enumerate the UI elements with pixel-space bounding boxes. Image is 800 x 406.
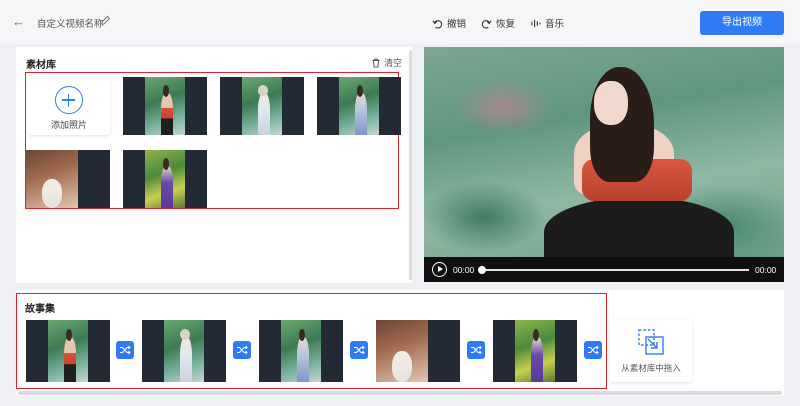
video-title[interactable]: 自定义视频名称 — [37, 16, 104, 30]
redo-icon — [481, 19, 492, 29]
photo-image — [515, 320, 555, 382]
shuffle-icon — [237, 345, 248, 355]
duration-time: 00:00 — [755, 265, 777, 275]
story-clip[interactable] — [259, 320, 343, 382]
drag-in-icon — [638, 329, 664, 355]
preview-image — [424, 47, 784, 267]
shuffle-icon — [120, 345, 131, 355]
edit-icon[interactable] — [101, 15, 111, 25]
drag-drop-target[interactable]: 从素材库中拖入 — [610, 320, 692, 382]
library-thumbnail[interactable] — [123, 77, 207, 135]
undo-label: 撤销 — [447, 19, 467, 30]
export-video-button[interactable]: 导出视频 — [700, 11, 784, 35]
shuffle-icon — [471, 345, 482, 355]
photo-image — [48, 320, 88, 382]
photo-image — [339, 77, 379, 135]
clear-label: 清空 — [383, 58, 402, 68]
play-icon[interactable] — [432, 262, 447, 277]
library-thumbnail[interactable] — [317, 77, 401, 135]
back-arrow-icon[interactable]: ← — [12, 14, 28, 30]
progress-track[interactable] — [481, 269, 749, 271]
photo-image — [26, 150, 78, 208]
redo-label: 恢复 — [496, 19, 516, 30]
undo-icon — [432, 19, 443, 29]
transition-button[interactable] — [584, 341, 602, 359]
story-clip[interactable] — [26, 320, 110, 382]
photo-image — [242, 77, 282, 135]
transition-button[interactable] — [116, 341, 134, 359]
story-scrollbar[interactable] — [18, 391, 782, 395]
story-clip[interactable] — [376, 320, 460, 382]
current-time: 00:00 — [453, 265, 475, 275]
transition-button[interactable] — [350, 341, 368, 359]
story-clip[interactable] — [142, 320, 226, 382]
plus-circle-icon — [55, 86, 83, 114]
add-photo-button[interactable]: 添加照片 — [28, 77, 110, 135]
photo-image — [281, 320, 321, 382]
player-controls: 00:00 00:00 — [424, 257, 784, 282]
music-wave-icon — [531, 19, 541, 27]
drag-label: 从素材库中拖入 — [621, 363, 681, 373]
story-title: 故事集 — [25, 304, 55, 315]
photo-image — [376, 320, 428, 382]
video-preview[interactable]: 00:00 00:00 — [424, 47, 784, 282]
shuffle-icon — [354, 345, 365, 355]
story-clip[interactable] — [493, 320, 577, 382]
library-scrollbar[interactable] — [409, 50, 412, 280]
music-button[interactable]: 音乐 — [530, 16, 564, 30]
transition-button[interactable] — [233, 341, 251, 359]
library-thumbnail[interactable] — [123, 150, 207, 208]
photo-image — [145, 77, 185, 135]
progress-handle[interactable] — [478, 266, 486, 274]
library-thumbnail[interactable] — [26, 150, 110, 208]
shuffle-icon — [588, 345, 599, 355]
add-photo-label: 添加照片 — [50, 120, 87, 130]
library-thumbnail[interactable] — [220, 77, 304, 135]
photo-image — [145, 150, 185, 208]
music-label: 音乐 — [545, 19, 565, 30]
redo-button[interactable]: 恢复 — [481, 16, 515, 30]
transition-button[interactable] — [467, 341, 485, 359]
clear-button[interactable]: 清空 — [371, 56, 402, 69]
undo-button[interactable]: 撤销 — [432, 16, 466, 30]
library-title: 素材库 — [26, 60, 56, 71]
trash-icon — [372, 58, 380, 67]
photo-image — [164, 320, 204, 382]
top-bar: ← 自定义视频名称 撤销 恢复 音乐 导出视频 — [0, 0, 800, 44]
